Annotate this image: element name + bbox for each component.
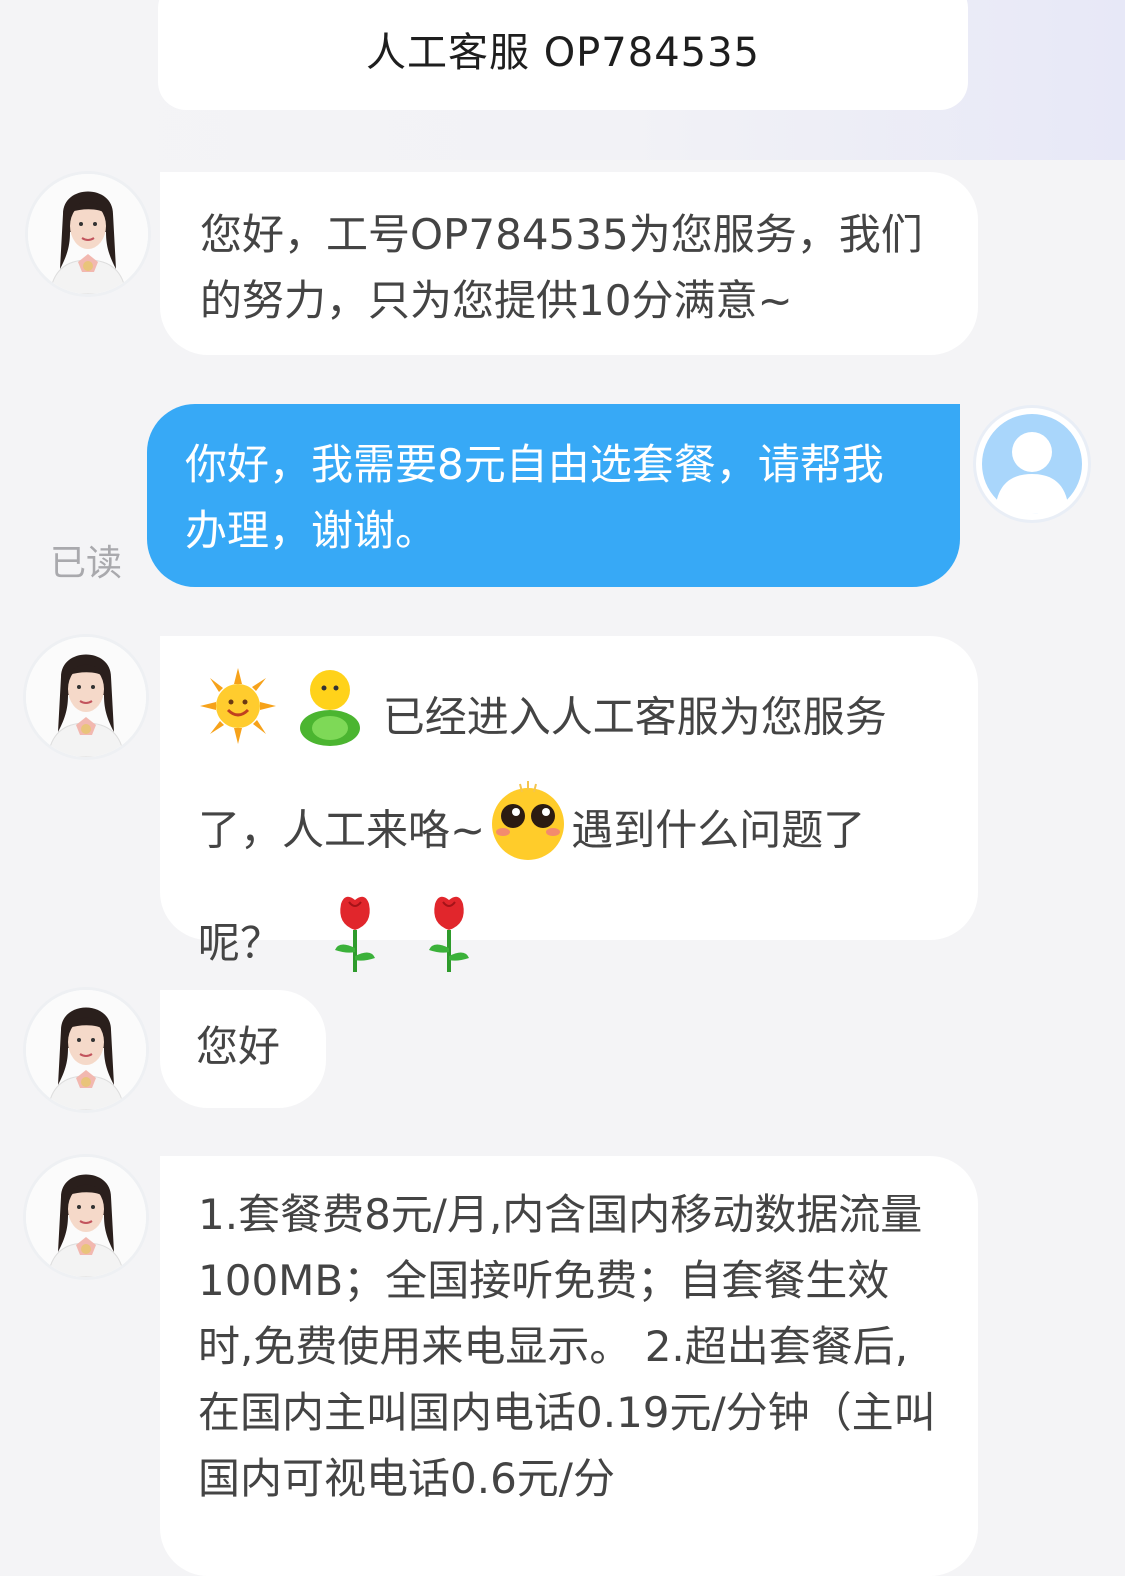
rose-emoji <box>325 890 385 1002</box>
agent-avatar[interactable] <box>26 1157 146 1277</box>
sun-emoji <box>198 666 278 774</box>
page-title: 人工客服 OP784535 <box>365 30 760 76</box>
agent-avatar[interactable] <box>26 637 146 757</box>
message-text: 1.套餐费8元/月,内含国内移动数据流量100MB；全国接听免费；自套餐生效时,… <box>198 1190 936 1503</box>
agent-message-bubble: 您好，工号OP784535为您服务，我们的努力，只为您提供10分满意~ <box>160 172 978 355</box>
green-figure-emoji <box>291 664 369 776</box>
user-avatar[interactable] <box>976 408 1088 520</box>
message-text: 您好，工号OP784535为您服务，我们的努力，只为您提供10分满意~ <box>200 210 923 325</box>
agent-message-bubble: 已经进入人工客服为您服务了，人工来咯~ 遇到什么问题了呢？ <box>160 636 978 972</box>
message-text: 你好，我需要8元自由选套餐，请帮我办理，谢谢。 <box>185 440 884 555</box>
message-text: 您好 <box>196 1022 281 1071</box>
read-status: 已读 <box>50 543 123 584</box>
agent-avatar[interactable] <box>28 174 148 294</box>
teary-face-emoji <box>485 776 571 890</box>
user-message-bubble: 你好，我需要8元自由选套餐，请帮我办理，谢谢。 <box>147 404 960 587</box>
rose-emoji <box>419 890 479 1002</box>
agent-message-bubble: 您好 <box>160 990 326 1108</box>
chat-header: 人工客服 OP784535 <box>158 0 968 110</box>
agent-avatar[interactable] <box>26 990 146 1110</box>
agent-message-bubble: 1.套餐费8元/月,内含国内移动数据流量100MB；全国接听免费；自套餐生效时,… <box>160 1156 978 1576</box>
